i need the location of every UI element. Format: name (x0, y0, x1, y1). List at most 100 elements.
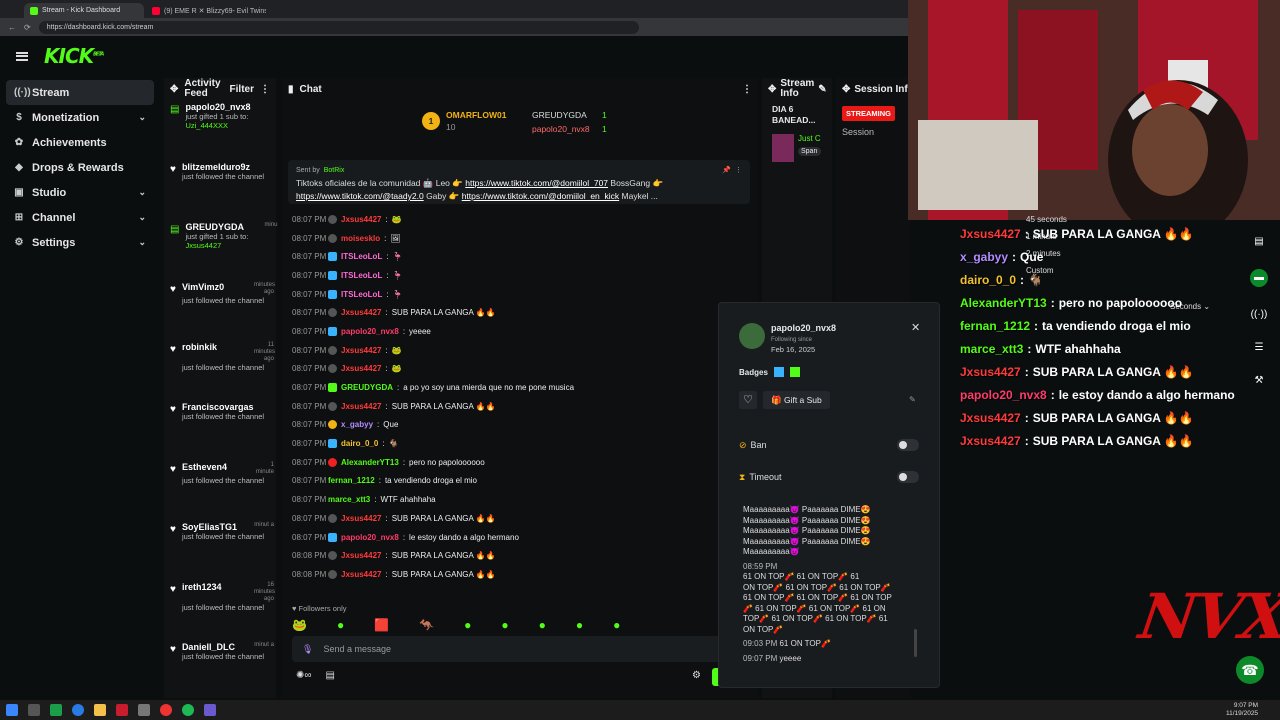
ban-toggle[interactable] (897, 439, 919, 451)
microphone-icon[interactable]: 🎙 (302, 644, 313, 655)
message-username[interactable]: Jxsus4427 (341, 514, 381, 523)
emote-icon[interactable]: 🟥 (374, 618, 389, 632)
spotify-icon[interactable] (182, 704, 194, 716)
task-view-icon[interactable] (28, 704, 40, 716)
edge-icon[interactable] (72, 704, 84, 716)
top-chatter-name[interactable]: GREUDYGDA (532, 110, 587, 120)
feed-target[interactable]: Jxsus4427 (185, 241, 221, 250)
message-username[interactable]: Jxsus4427 (341, 308, 381, 317)
emote-icon[interactable]: ● (501, 618, 508, 632)
user-card-username[interactable]: papolo20_nvx8 (771, 323, 836, 333)
obs-icon[interactable] (204, 704, 216, 716)
list-item[interactable]: ▤ GREUDYGDA minu just gifted 1 sub to: Jxsus… (164, 220, 277, 280)
feed-username[interactable]: blitzemelduro9z (182, 162, 254, 172)
edit-icon[interactable]: ✎ (909, 395, 916, 404)
folder-icon[interactable] (94, 704, 106, 716)
message-username[interactable]: ITSLeoLoL (341, 271, 382, 280)
back-icon[interactable]: ← (8, 23, 16, 32)
sidebar-item-channel[interactable]: ⊞ Channel ⌄ (6, 205, 154, 230)
chat-bubble-icon[interactable]: ▬ (1250, 269, 1268, 287)
feed-username[interactable]: papolo20_nvx8 (185, 102, 257, 112)
message-username[interactable]: ITSLeoLoL (341, 290, 382, 299)
sidebar-item-stream[interactable]: ((·)) Stream (6, 80, 154, 105)
message-username[interactable]: Jxsus4427 (341, 364, 381, 373)
pinned-link[interactable]: https://www.tiktok.com/@domiilol_en_kick (462, 191, 619, 201)
app-icon[interactable] (50, 704, 62, 716)
list-item[interactable]: ♥ robinkik 11 minutes ago just followed the… (164, 340, 276, 400)
message-username[interactable]: GREUDYGDA (341, 383, 393, 392)
drag-handle-icon[interactable]: ✥ (768, 84, 776, 95)
browser-tab-youtube[interactable]: (9) EME R ✕ Blizzy69- Evil Twins M (146, 3, 266, 18)
timeout-toggle[interactable] (897, 471, 919, 483)
message-username[interactable]: Jxsus4427 (341, 551, 381, 560)
feed-username[interactable]: robinkik (182, 342, 254, 363)
support-icon[interactable]: ☎ (1236, 656, 1264, 684)
emote-icon[interactable]: ● (539, 618, 546, 632)
list-item[interactable]: ♥ blitzemelduro9z just followed the channe… (164, 160, 276, 220)
emote-icon[interactable]: 🦘 (419, 618, 434, 632)
more-options-icon[interactable]: ⋮ (742, 84, 752, 95)
chat-settings-icon[interactable]: ⚙ (692, 670, 701, 681)
sidebar-item-achievements[interactable]: ✿ Achievements (6, 130, 154, 155)
emote-icon[interactable]: ● (337, 618, 344, 632)
list-item[interactable]: ♥ Daniell_DLC minut a just followed the cha… (164, 640, 276, 700)
sidebar-item-drops[interactable]: ◆ Drops & Rewards (6, 155, 154, 180)
edit-icon[interactable]: ✎ (818, 84, 826, 95)
kick-logo[interactable]: KICKBETA (44, 44, 104, 68)
emote-icon[interactable]: ● (613, 618, 620, 632)
follow-heart-icon[interactable]: ♡ (739, 391, 757, 409)
gift-icon[interactable]: ▤ (326, 670, 335, 681)
more-options-icon[interactable]: ⋮ (735, 164, 742, 177)
message-username[interactable]: moisesklo (341, 234, 380, 243)
reload-icon[interactable]: ⟳ (24, 23, 31, 32)
list-item[interactable]: ♥ VimVimz0 minutes ago just followed the ch… (164, 280, 276, 340)
url-field[interactable]: https://dashboard.kick.com/stream (38, 20, 639, 34)
pin-icon[interactable]: 📌 (722, 164, 731, 177)
feed-username[interactable]: GREUDYGDA (185, 222, 257, 232)
message-username[interactable]: Jxsus4427 (341, 402, 381, 411)
list-item[interactable]: ♥ Estheven4 1 minute just followed the chan… (164, 460, 276, 520)
sent-by-user[interactable]: BotRix (324, 164, 345, 177)
list-icon[interactable]: ☰ (1255, 342, 1264, 353)
message-username[interactable]: AlexanderYT13 (341, 458, 399, 467)
sidebar-item-studio[interactable]: ▣ Studio ⌄ (6, 180, 154, 205)
message-username[interactable]: dairo_0_0 (341, 439, 378, 448)
message-username[interactable]: Jxsus4427 (341, 570, 381, 579)
pinned-link[interactable]: https://www.tiktok.com/@taady2.0 (296, 191, 424, 201)
menu-icon[interactable] (16, 51, 28, 61)
message-username[interactable]: x_gabyy (341, 420, 373, 429)
tag-chip[interactable]: Span (798, 147, 821, 156)
message-username[interactable]: Jxsus4427 (341, 346, 381, 355)
feed-target[interactable]: Uzi_444XXX (185, 121, 228, 130)
browser-tab-kick[interactable]: Stream - Kick Dashboard (24, 3, 144, 18)
sidebar-item-settings[interactable]: ⚙ Settings ⌄ (6, 230, 154, 255)
message-username[interactable]: papolo20_nvx8 (341, 327, 399, 336)
feed-username[interactable]: ireth1234 (182, 582, 254, 603)
feed-username[interactable]: SoyEliasTG1 (182, 522, 254, 532)
clipboard-icon[interactable]: ▤ (1254, 236, 1263, 247)
gift-sub-button[interactable]: 🎁 Gift a Sub (763, 391, 830, 409)
chrome-icon[interactable] (160, 704, 172, 716)
close-icon[interactable]: ✕ (911, 321, 920, 334)
list-item[interactable]: ▤ papolo20_nvx8 just gifted 1 sub to: Uzi_4… (164, 100, 276, 160)
emote-picker-icon[interactable]: ✺∞ (296, 670, 312, 681)
list-item[interactable]: ♥ ireth1234 16 minutes ago just followed th… (164, 580, 276, 640)
drag-handle-icon[interactable]: ✥ (170, 84, 178, 95)
emote-icon[interactable]: ● (576, 618, 583, 632)
category-name[interactable]: Just C (798, 134, 821, 143)
message-username[interactable]: papolo20_nvx8 (341, 533, 399, 542)
windows-start-icon[interactable] (6, 704, 18, 716)
top-chatter-name[interactable]: papolo20_nvx8 (532, 124, 590, 134)
emote-icon[interactable]: 🐸 (292, 618, 307, 632)
drag-handle-icon[interactable]: ✥ (842, 84, 850, 95)
scrollbar[interactable] (914, 629, 917, 657)
filter-button[interactable]: Filter (230, 84, 254, 95)
message-username[interactable]: ITSLeoLoL (341, 252, 382, 261)
message-username[interactable]: Jxsus4427 (341, 215, 381, 224)
app-icon[interactable] (138, 704, 150, 716)
pinned-link[interactable]: https://www.tiktok.com/@domiilol_707 (465, 178, 608, 188)
list-item[interactable]: ♥ SoyEliasTG1 minut a just followed the cha… (164, 520, 276, 580)
emote-icon[interactable]: ● (464, 618, 471, 632)
message-username[interactable]: marce_xtt3 (328, 495, 370, 504)
message-username[interactable]: fernan_1212 (328, 476, 375, 485)
